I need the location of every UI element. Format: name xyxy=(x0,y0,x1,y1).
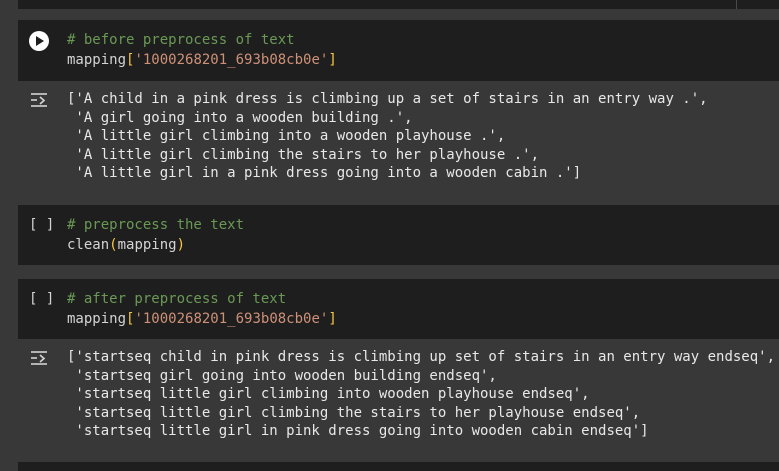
code-line-mapping: mapping['1000268201_693b08cb0e'] xyxy=(67,51,337,70)
play-circle-icon[interactable] xyxy=(29,31,49,51)
output-collapse-icon[interactable] xyxy=(30,350,48,366)
code-comment: # preprocess the text xyxy=(67,217,245,233)
notebook-page: # before preprocess of text mapping['100… xyxy=(0,0,779,471)
code-line-clean: clean(mapping) xyxy=(67,236,185,255)
execution-count[interactable]: [ ] xyxy=(29,290,54,309)
cell-toolbar-divider xyxy=(736,0,737,9)
code-string: '1000268201_693b08cb0e' xyxy=(134,52,329,68)
code-paren-close: ) xyxy=(176,237,186,253)
output-collapse-icon[interactable] xyxy=(30,92,48,108)
code-string: '1000268201_693b08cb0e' xyxy=(134,311,329,327)
output-line: 'startseq little girl climbing the stair… xyxy=(67,404,641,421)
code-cell-preprocess[interactable] xyxy=(18,205,779,265)
code-comment: # after preprocess of text xyxy=(67,291,287,307)
code-line-mapping: mapping['1000268201_693b08cb0e'] xyxy=(67,310,337,329)
output-line: 'A little girl climbing the stairs to he… xyxy=(67,146,540,163)
code-line-comment: # preprocess the text xyxy=(67,216,244,235)
code-comment: # before preprocess of text xyxy=(67,32,295,48)
output-line: ['A child in a pink dress is climbing up… xyxy=(67,91,708,107)
output-line: 'A little girl in a pink dress going int… xyxy=(67,165,582,181)
code-cell-after-preprocess[interactable] xyxy=(18,279,779,339)
code-argument: mapping xyxy=(117,237,177,253)
code-line-comment: # before preprocess of text xyxy=(67,31,295,50)
output-line: 'startseq little girl climbing into wood… xyxy=(67,386,590,402)
code-paren-open: ( xyxy=(109,237,118,253)
code-line-comment: # after preprocess of text xyxy=(67,290,286,309)
execution-count[interactable]: [ ] xyxy=(29,216,54,235)
output-line: 'startseq girl going into wooden buildin… xyxy=(67,367,497,384)
code-identifier: mapping xyxy=(67,52,127,68)
next-cell-stub xyxy=(18,462,779,471)
code-bracket-close: ] xyxy=(328,52,337,68)
output-line: 'startseq little girl in pink dress goin… xyxy=(67,423,649,439)
output-line: 'A little girl climbing into a wooden pl… xyxy=(67,128,506,144)
output-line: 'A girl going into a wooden building .', xyxy=(67,109,413,126)
output-line: ['startseq child in pink dress is climbi… xyxy=(67,349,776,365)
code-identifier: clean xyxy=(67,237,110,253)
code-identifier: mapping xyxy=(67,311,127,327)
previous-cell-stub xyxy=(18,0,779,9)
code-bracket-close: ] xyxy=(328,311,337,327)
